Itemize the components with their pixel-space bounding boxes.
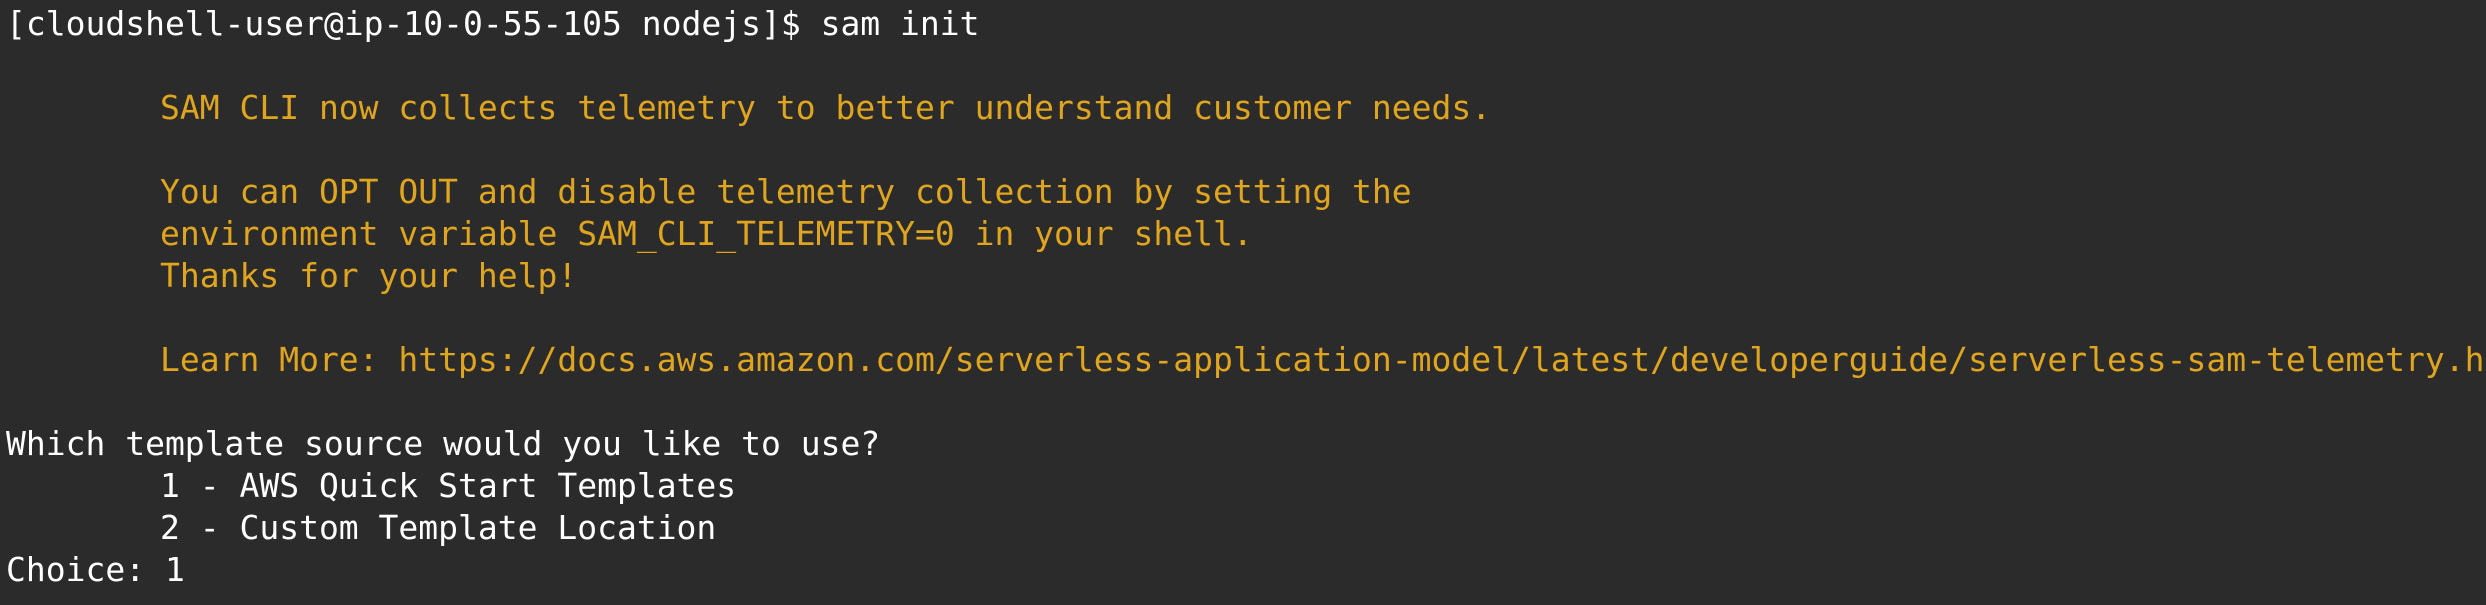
telemetry-learn-more-line: Learn More: https://docs.aws.amazon.com/…	[160, 340, 2486, 379]
telemetry-env-line: environment variable SAM_CLI_TELEMETRY=0…	[160, 214, 1253, 253]
template-option-1: 1 - AWS Quick Start Templates	[160, 466, 737, 505]
telemetry-optout-line: You can OPT OUT and disable telemetry co…	[160, 172, 1412, 211]
choice-input-line[interactable]: Choice: 1	[6, 549, 2486, 591]
telemetry-thanks-line: Thanks for your help!	[160, 256, 578, 295]
command-prompt-line: [cloudshell-user@ip-10-0-55-105 nodejs]$…	[6, 4, 980, 43]
template-source-question: Which template source would you like to …	[6, 424, 881, 463]
template-option-2: 2 - Custom Template Location	[160, 508, 717, 547]
telemetry-notice-line: SAM CLI now collects telemetry to better…	[160, 88, 1492, 127]
terminal-window[interactable]: [cloudshell-user@ip-10-0-55-105 nodejs]$…	[0, 3, 2486, 605]
